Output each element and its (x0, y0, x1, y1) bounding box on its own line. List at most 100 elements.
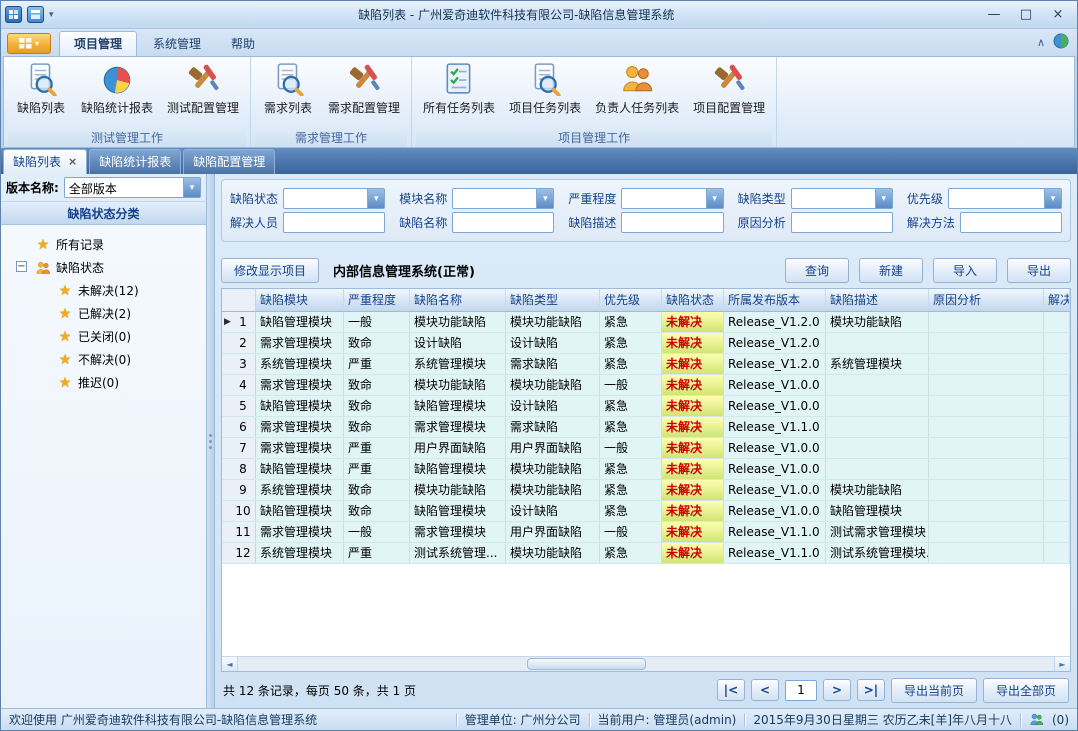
horizontal-scrollbar[interactable]: ◄ ► (222, 656, 1070, 671)
grid-cell[interactable] (929, 312, 1044, 332)
ribbon-button[interactable]: 需求列表 (255, 60, 321, 118)
scroll-right-icon[interactable]: ► (1054, 657, 1070, 671)
new-button[interactable]: 新建 (859, 258, 923, 283)
resolver-filter[interactable] (283, 212, 385, 233)
column-header[interactable]: 所属发布版本 (724, 289, 826, 311)
grid-cell[interactable] (1044, 375, 1070, 395)
last-page-button[interactable]: >| (857, 679, 885, 701)
grid-cell[interactable]: 缺陷管理模块 (256, 312, 344, 332)
grid-cell[interactable] (929, 501, 1044, 521)
grid-cell[interactable]: 模块功能缺陷 (410, 375, 506, 395)
app-logo-icon[interactable] (5, 6, 22, 23)
application-menu-button[interactable]: ▾ (7, 33, 51, 54)
ribbon-button[interactable]: 负责人任务列表 (588, 60, 686, 118)
ribbon-tab[interactable]: 系统管理 (139, 32, 215, 56)
ribbon-button[interactable]: 项目任务列表 (502, 60, 588, 118)
doc-tab[interactable]: 缺陷列表× (3, 149, 87, 174)
grid-cell[interactable]: 需求管理模块 (256, 438, 344, 458)
next-page-button[interactable]: > (823, 679, 851, 701)
export-all-pages-button[interactable]: 导出全部页 (983, 678, 1069, 703)
grid-cell[interactable]: 系统管理模块 (826, 354, 929, 374)
grid-cell[interactable]: Release_V1.0.0 (724, 438, 826, 458)
table-row[interactable]: 5缺陷管理模块致命缺陷管理模块设计缺陷紧急未解决Release_V1.0.0 (222, 396, 1070, 417)
column-header[interactable]: 原因分析 (929, 289, 1044, 311)
grid-cell[interactable] (826, 396, 929, 416)
table-row[interactable]: 2需求管理模块致命设计缺陷设计缺陷紧急未解决Release_V1.2.0 (222, 333, 1070, 354)
cause-analysis-filter[interactable] (791, 212, 893, 233)
grid-cell[interactable]: 缺陷管理模块 (256, 396, 344, 416)
grid-cell[interactable]: 设计缺陷 (506, 333, 600, 353)
grid-cell[interactable]: 未解决 (662, 480, 724, 500)
defect-name-filter[interactable] (452, 212, 554, 233)
grid-cell[interactable]: 一般 (600, 438, 662, 458)
grid-cell[interactable]: 未解决 (662, 438, 724, 458)
grid-cell[interactable] (1044, 459, 1070, 479)
export-button[interactable]: 导出 (1007, 258, 1071, 283)
chevron-down-icon[interactable]: ▾ (367, 189, 384, 208)
chevron-down-icon[interactable]: ▾ (706, 189, 723, 208)
doc-tab[interactable]: 缺陷统计报表 (89, 149, 181, 174)
grid-cell[interactable]: 设计缺陷 (506, 501, 600, 521)
grid-cell[interactable]: Release_V1.1.0 (724, 522, 826, 542)
close-button[interactable]: × (1043, 5, 1073, 25)
grid-cell[interactable] (929, 522, 1044, 542)
grid-cell[interactable]: 缺陷管理模块 (256, 501, 344, 521)
grid-cell[interactable]: 致命 (344, 333, 410, 353)
grid-cell[interactable]: 需求管理模块 (410, 417, 506, 437)
grid-cell[interactable]: 需求管理模块 (256, 417, 344, 437)
grid-cell[interactable]: 未解决 (662, 522, 724, 542)
grid-cell[interactable]: 模块功能缺陷 (506, 459, 600, 479)
page-number-input[interactable] (785, 680, 817, 701)
grid-cell[interactable]: 系统管理模块 (256, 480, 344, 500)
grid-cell[interactable]: Release_V1.2.0 (724, 312, 826, 332)
grid-cell[interactable]: 紧急 (600, 354, 662, 374)
grid-cell[interactable]: 紧急 (600, 543, 662, 563)
grid-cell[interactable] (929, 375, 1044, 395)
grid-cell[interactable]: 一般 (344, 312, 410, 332)
grid-cell[interactable]: 紧急 (600, 459, 662, 479)
grid-cell[interactable]: Release_V1.2.0 (724, 333, 826, 353)
table-row[interactable]: 8缺陷管理模块严重缺陷管理模块模块功能缺陷紧急未解决Release_V1.0.0 (222, 459, 1070, 480)
grid-cell[interactable] (1044, 333, 1070, 353)
grid-cell[interactable] (1044, 480, 1070, 500)
grid-cell[interactable]: 未解决 (662, 543, 724, 563)
grid-cell[interactable]: 致命 (344, 501, 410, 521)
grid-cell[interactable]: 致命 (344, 417, 410, 437)
grid-cell[interactable]: 需求缺陷 (506, 417, 600, 437)
grid-cell[interactable]: 紧急 (600, 417, 662, 437)
grid-cell[interactable]: Release_V1.0.0 (724, 501, 826, 521)
grid-cell[interactable]: 系统管理模块 (256, 543, 344, 563)
maximize-button[interactable]: □ (1011, 5, 1041, 25)
grid-cell[interactable] (1044, 438, 1070, 458)
ribbon-button[interactable]: 所有任务列表 (416, 60, 502, 118)
scrollbar-thumb[interactable] (527, 658, 646, 670)
tree-item[interactable]: ★已关闭(0) (1, 325, 206, 348)
chevron-down-icon[interactable]: ▾ (1044, 189, 1061, 208)
tree-item[interactable]: −缺陷状态 (1, 256, 206, 279)
grid-cell[interactable] (1044, 312, 1070, 332)
grid-cell[interactable] (929, 396, 1044, 416)
grid-cell[interactable]: 致命 (344, 375, 410, 395)
grid-cell[interactable]: 需求管理模块 (256, 522, 344, 542)
grid-cell[interactable]: 缺陷管理模块 (410, 501, 506, 521)
grid-cell[interactable]: 致命 (344, 480, 410, 500)
grid-cell[interactable]: 缺陷管理模块 (410, 459, 506, 479)
grid-cell[interactable]: 未解决 (662, 501, 724, 521)
grid-cell[interactable]: 设计缺陷 (410, 333, 506, 353)
table-row[interactable]: 9系统管理模块致命模块功能缺陷模块功能缺陷紧急未解决Release_V1.0.0… (222, 480, 1070, 501)
grid-cell[interactable]: 测试需求管理模块 (826, 522, 929, 542)
chevron-down-icon[interactable]: ▾ (183, 178, 200, 197)
grid-cell[interactable]: 紧急 (600, 312, 662, 332)
grid-cell[interactable]: 紧急 (600, 480, 662, 500)
grid-cell[interactable]: 模块功能缺陷 (506, 375, 600, 395)
grid-cell[interactable] (1044, 396, 1070, 416)
tree-item[interactable]: ★未解决(12) (1, 279, 206, 302)
grid-cell[interactable] (1044, 501, 1070, 521)
column-header[interactable]: 优先级 (600, 289, 662, 311)
grid-cell[interactable]: Release_V1.0.0 (724, 480, 826, 500)
grid-cell[interactable]: 紧急 (600, 333, 662, 353)
grid-cell[interactable] (929, 417, 1044, 437)
grid-cell[interactable]: 未解决 (662, 396, 724, 416)
module-name-filter[interactable]: ▾ (452, 188, 554, 209)
grid-cell[interactable] (826, 375, 929, 395)
